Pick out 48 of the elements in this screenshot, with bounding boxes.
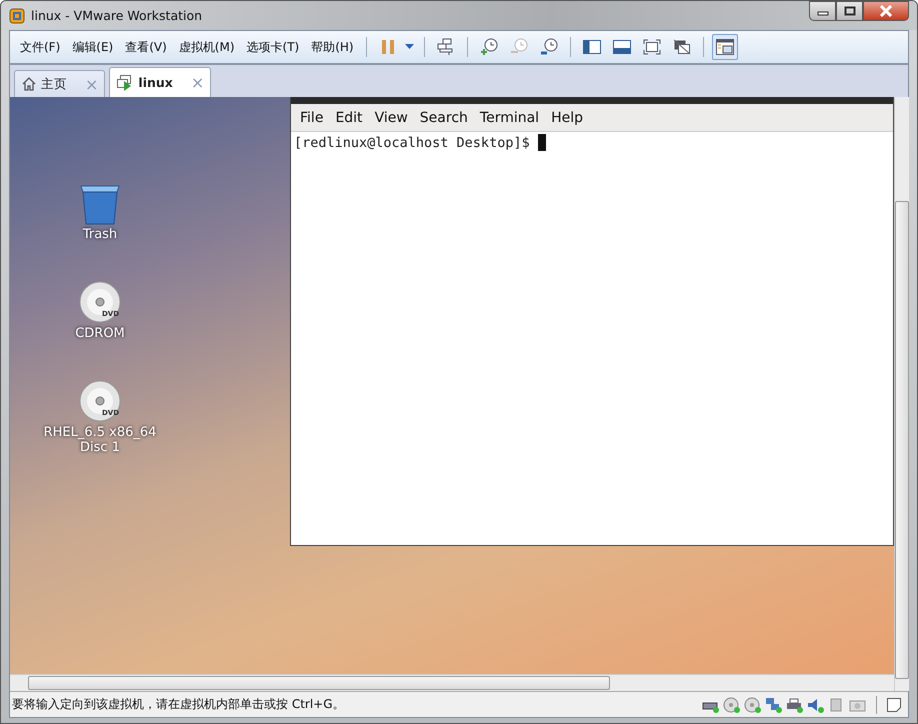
terminal-menu-item[interactable]: Edit [330,110,368,126]
tab-label: 主页 [41,76,67,92]
window-title: linux - VMware Workstation [31,8,202,23]
tab-label: linux [138,75,173,90]
close-icon [879,5,893,17]
house-icon [21,76,37,92]
clock-wrench-icon [540,38,558,56]
menu-item[interactable]: 文件(F) [14,34,66,60]
terminal-menu-item[interactable]: File [295,110,328,126]
terminal-menu-item[interactable]: Terminal [474,110,544,126]
tab[interactable]: linux × [109,67,212,97]
network-device-icon[interactable] [765,696,783,712]
terminal-menu-item[interactable]: Search [414,110,473,126]
left-panel-icon [582,39,601,55]
menu-item[interactable]: 虚拟机(M) [172,34,241,60]
vertical-scrollbar[interactable] [894,97,909,691]
trash-bin-icon[interactable] [78,183,122,225]
status-message: 要将输入定向到该虚拟机，请在虚拟机内部单击或按 Ctrl+G。 [12,696,345,713]
terminal-menu-item[interactable]: Help [546,110,588,126]
printer-device-icon[interactable] [786,696,804,712]
fullscreen-icon [642,39,661,55]
horizontal-scrollbar[interactable] [10,674,894,691]
clock-plus-icon [480,38,498,56]
crossed-window-icon [672,39,691,55]
sound-device-icon[interactable] [807,696,825,712]
toolbar-button[interactable] [712,34,738,60]
clock-arrow-icon [510,38,528,56]
menu-item[interactable]: 选项卡(T) [240,34,306,60]
maximize-button[interactable] [836,1,863,21]
text-cursor [538,134,546,151]
menu-item[interactable]: 查看(V) [119,34,173,60]
note-icon[interactable] [886,696,902,712]
terminal-menu-item[interactable]: View [370,110,413,126]
dropdown-caret-icon[interactable] [404,44,414,50]
tab[interactable]: 主页 × [14,70,106,97]
terminal-prompt: [redlinux@localhost Desktop]$ [294,134,530,150]
menu-item[interactable]: 编辑(E) [66,34,120,60]
pause-icon [380,39,396,55]
cd-device-icon[interactable] [744,696,762,712]
maximize-icon [844,6,856,16]
app-icon [9,8,25,24]
desktop-icon-label[interactable]: Trash [38,227,162,242]
menu-item[interactable]: 帮助(H) [305,34,360,60]
close-button[interactable] [863,1,909,21]
bottom-panel-icon [612,39,631,55]
minimize-button[interactable] [809,1,836,21]
window-icon [716,39,734,55]
stacked-boxes-icon [436,38,455,56]
